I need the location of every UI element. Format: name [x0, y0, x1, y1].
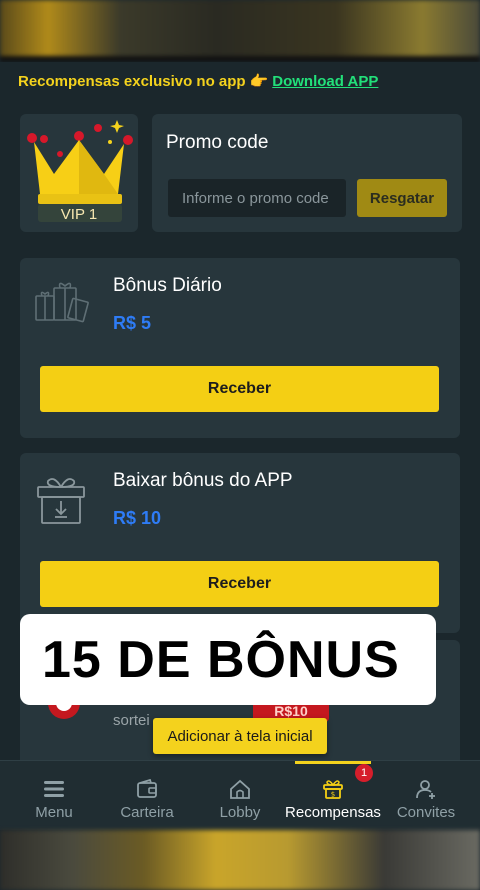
vip-level-label: VIP 1 — [60, 206, 98, 223]
redeem-button[interactable]: Resgatar — [357, 179, 447, 217]
gift-download-icon — [37, 478, 85, 524]
receive-app-bonus-button[interactable]: Receber — [40, 561, 439, 607]
nav-menu[interactable]: Menu — [14, 761, 94, 831]
top-blurred-background — [0, 0, 480, 62]
promo-strip-text: Recompensas exclusivo no app — [18, 72, 246, 90]
pointing-hand-icon: 👉 — [249, 73, 269, 90]
gifts-icon — [35, 282, 89, 323]
promo-code-title: Promo code — [166, 132, 269, 153]
rewards-icon: $ — [323, 780, 343, 799]
daily-bonus-amount: R$ 5 — [113, 313, 152, 333]
promo-code-input[interactable] — [168, 179, 346, 217]
nav-invites-label: Convites — [396, 804, 456, 821]
third-card-partial-text: sortei — [113, 712, 150, 729]
app-bonus-card: Baixar bônus do APP R$ 10 Receber — [20, 453, 460, 633]
promo-code-card: Promo code Resgatar — [152, 114, 462, 232]
add-to-home-screen-button[interactable]: Adicionar à tela inicial — [153, 718, 327, 754]
home-icon — [230, 779, 250, 799]
app-bonus-amount: R$ 10 — [113, 508, 162, 528]
receive-daily-bonus-button[interactable]: Receber — [40, 366, 439, 412]
nav-menu-label: Menu — [35, 804, 73, 821]
daily-bonus-title: Bônus Diário — [113, 275, 222, 296]
nav-lobby[interactable]: Lobby — [200, 761, 280, 831]
menu-icon — [44, 781, 64, 797]
download-app-link[interactable]: Download APP — [272, 73, 378, 90]
daily-bonus-card: Bônus Diário R$ 5 Receber — [20, 258, 460, 438]
nav-invites[interactable]: Convites — [386, 761, 466, 831]
nav-wallet-label: Carteira — [120, 804, 174, 821]
svg-text:$: $ — [331, 791, 335, 799]
nav-lobby-label: Lobby — [219, 804, 261, 821]
bottom-navigation: Menu Carteira Lobby $ Recompensas Convit… — [0, 760, 480, 830]
rewards-notification-badge: 1 — [355, 764, 373, 782]
vip-card[interactable]: VIP 1 — [20, 114, 138, 232]
wallet-icon — [137, 779, 157, 798]
bonus-overlay-banner: 15 DE BÔNUS — [20, 614, 436, 705]
nav-wallet[interactable]: Carteira — [107, 761, 187, 831]
promo-strip: Recompensas exclusivo no app 👉 Download … — [0, 62, 480, 100]
bottom-blurred-background — [0, 830, 480, 890]
app-bonus-title: Baixar bônus do APP — [113, 470, 293, 491]
nav-rewards-label: Recompensas — [285, 804, 381, 821]
user-add-icon — [416, 780, 435, 799]
